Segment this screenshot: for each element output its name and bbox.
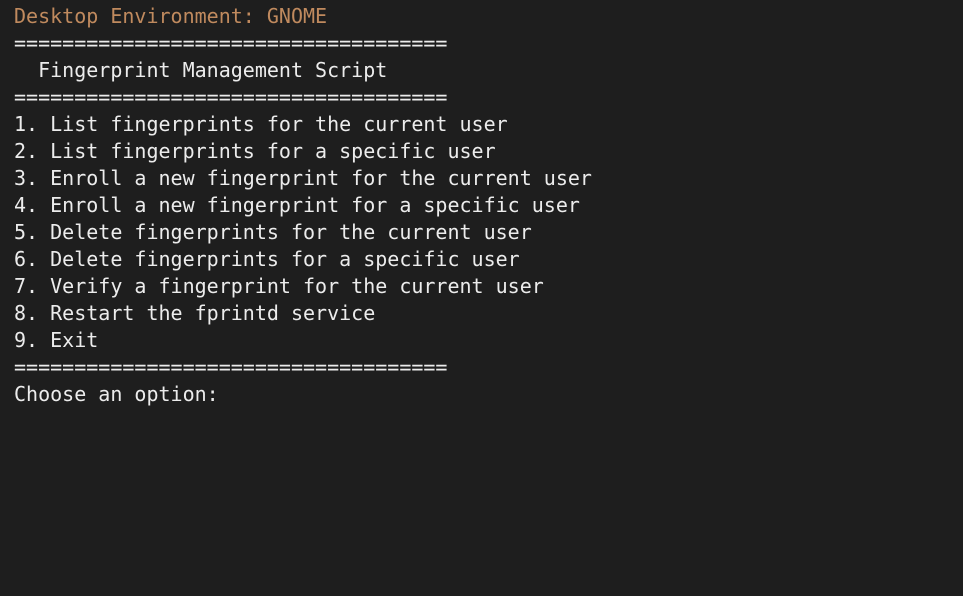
- separator-bottom: ====================================: [14, 355, 448, 379]
- terminal-window[interactable]: Desktop Environment: GNOME =============…: [0, 0, 963, 596]
- menu-item-2: 2. List fingerprints for a specific user: [14, 139, 496, 163]
- menu-item-8: 8. Restart the fprintd service: [14, 301, 376, 325]
- desktop-environment-line: Desktop Environment: GNOME: [14, 4, 328, 28]
- script-title: Fingerprint Management Script: [14, 58, 388, 82]
- menu-item-7: 7. Verify a fingerprint for the current …: [14, 274, 544, 298]
- menu-item-5: 5. Delete fingerprints for the current u…: [14, 220, 532, 244]
- prompt-label: Choose an option:: [14, 382, 231, 406]
- menu-item-4: 4. Enroll a new fingerprint for a specif…: [14, 193, 580, 217]
- menu-item-1: 1. List fingerprints for the current use…: [14, 112, 508, 136]
- menu-item-9: 9. Exit: [14, 328, 99, 352]
- separator-title: ====================================: [14, 85, 448, 109]
- separator-top: ====================================: [14, 31, 448, 55]
- prompt-row: Choose an option:: [14, 381, 963, 408]
- menu-item-6: 6. Delete fingerprints for a specific us…: [14, 247, 520, 271]
- option-input[interactable]: [230, 381, 431, 405]
- menu-item-3: 3. Enroll a new fingerprint for the curr…: [14, 166, 592, 190]
